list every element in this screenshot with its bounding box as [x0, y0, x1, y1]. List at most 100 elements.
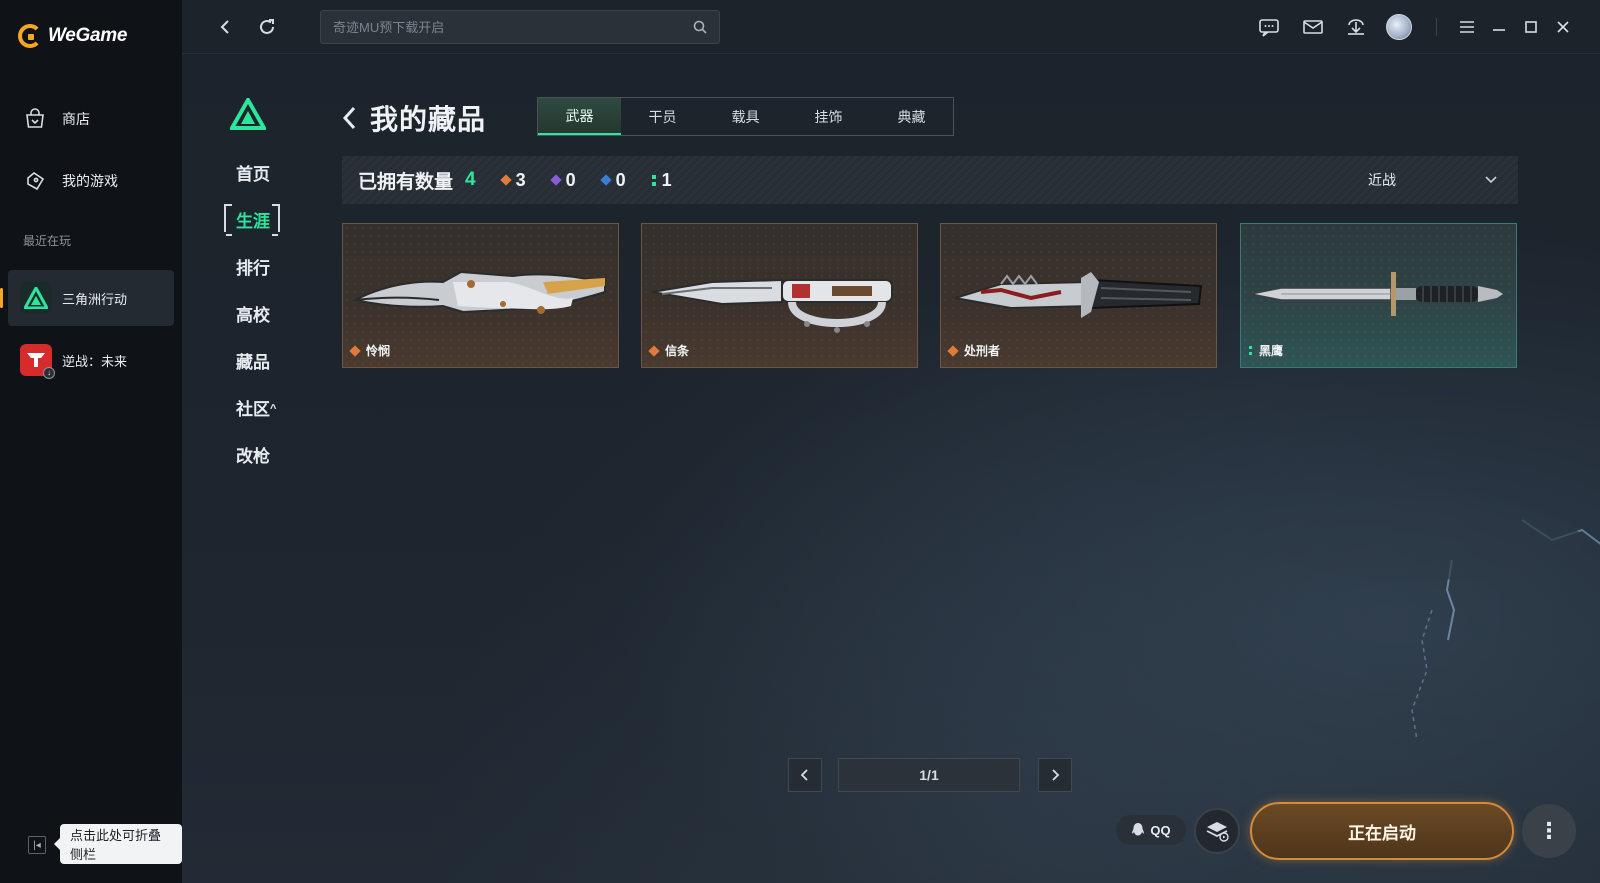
item-label: 怜悯: [349, 342, 391, 359]
main-area: 首页 生涯 排行 高校 藏品 社区^ 改枪 我的藏品 武器 干员 载具 挂饰 典…: [182, 0, 1600, 883]
minimize-button[interactable]: [1486, 14, 1512, 40]
item-name: 怜悯: [366, 344, 391, 358]
qq-button[interactable]: QQ: [1116, 815, 1186, 845]
delta-force-logo[interactable]: [228, 95, 268, 135]
qq-label: QQ: [1150, 822, 1171, 838]
mail-icon: [1303, 20, 1323, 34]
item-name: 信条: [665, 344, 690, 358]
close-button[interactable]: [1550, 14, 1576, 40]
item-name: 处刑者: [964, 344, 1001, 358]
collection-item-card[interactable]: 信条: [641, 223, 918, 368]
next-page-button[interactable]: [1038, 758, 1072, 792]
rarity-orange-icon: [648, 344, 660, 357]
sidebar-item-label: 商店: [62, 111, 90, 127]
tab-operators[interactable]: 干员: [621, 98, 704, 135]
layers-icon: [1206, 822, 1229, 842]
page-title: 我的藏品: [370, 104, 487, 135]
rarity-count-value: 0: [565, 169, 576, 190]
game-nav-community-label: 社区: [236, 400, 270, 419]
gamepad-icon: [22, 168, 48, 194]
game-nav-home[interactable]: 首页: [236, 160, 270, 185]
item-name: 黑鹰: [1259, 344, 1284, 358]
item-label: 处刑者: [947, 342, 1001, 359]
rarity-count-value: 3: [515, 169, 526, 190]
rarity-count-green: 1: [651, 170, 672, 191]
collapse-sidebar-button[interactable]: |◂: [28, 836, 46, 854]
rarity-purple-icon: [549, 174, 562, 186]
game-nav-college[interactable]: 高校: [236, 301, 270, 326]
maximize-button[interactable]: [1518, 14, 1544, 40]
sidebar-item-shop[interactable]: 商店: [22, 106, 90, 132]
collapse-left-icon: |◂: [33, 839, 41, 851]
chevron-up-icon: ^: [270, 403, 277, 415]
top-bar: [182, 0, 1600, 54]
user-avatar-button[interactable]: [1386, 14, 1412, 40]
rarity-count-orange: 3: [499, 169, 526, 191]
wegame-logo-icon: [18, 24, 42, 48]
rarity-orange-icon: [349, 344, 361, 357]
recent-game-label: 三角洲行动: [62, 291, 128, 307]
game-nav-community[interactable]: 社区^: [236, 395, 276, 420]
game-nav-collection[interactable]: 藏品: [236, 348, 270, 373]
category-filter-dropdown[interactable]: 近战: [1368, 156, 1498, 204]
owned-count-label: 已拥有数量: [358, 171, 454, 193]
chat-button[interactable]: [1256, 14, 1282, 40]
chevron-left-icon: [220, 20, 229, 34]
chat-icon: [1259, 19, 1279, 37]
delta-force-logo-icon: [228, 95, 268, 130]
qq-penguin-icon: [1132, 823, 1145, 836]
knife-image-xintiao: [651, 278, 893, 333]
page-header: 我的藏品: [342, 98, 486, 138]
search-box[interactable]: [320, 10, 720, 44]
vertical-dots-icon: ⋮: [1538, 818, 1560, 843]
hamburger-icon: [1460, 21, 1474, 33]
download-icon: [1348, 19, 1364, 35]
recent-section-title: 最近在玩: [23, 234, 72, 248]
rarity-orange-icon: [947, 344, 959, 357]
back-chevron-icon[interactable]: [342, 105, 358, 131]
mail-button[interactable]: [1300, 14, 1326, 40]
topbar-divider: [1436, 18, 1437, 36]
prev-page-button[interactable]: [788, 758, 822, 792]
game-nav-gunsmith[interactable]: 改枪: [236, 442, 270, 467]
refresh-button[interactable]: [254, 14, 280, 40]
wegame-logo[interactable]: WeGame: [18, 24, 127, 48]
rarity-count-purple: 0: [549, 169, 576, 191]
chevron-down-icon: [1485, 176, 1497, 184]
overlay-toggle-button[interactable]: [1194, 808, 1240, 854]
avatar: [1386, 14, 1412, 40]
tab-classics[interactable]: 典藏: [870, 98, 953, 135]
download-badge-icon: ↓: [43, 367, 55, 379]
page-indicator[interactable]: 1/1: [838, 758, 1020, 792]
nizhan-icon: ↓: [20, 344, 55, 379]
collection-item-card[interactable]: 处刑者: [940, 223, 1217, 368]
knife-image-chuxingzhe: [954, 272, 1203, 318]
more-options-button[interactable]: ⋮: [1522, 804, 1576, 858]
recent-game-nizhan[interactable]: ↓ 逆战：未来: [8, 332, 174, 388]
collection-item-card[interactable]: 怜悯: [342, 223, 619, 368]
rarity-count-blue: 0: [599, 169, 626, 191]
chevron-left-icon: [800, 769, 808, 781]
back-button[interactable]: [212, 14, 238, 40]
tab-charms[interactable]: 挂饰: [787, 98, 870, 135]
menu-button[interactable]: [1454, 14, 1480, 40]
launch-game-button[interactable]: 正在启动: [1250, 802, 1514, 860]
downloads-button[interactable]: [1343, 14, 1369, 40]
tab-weapons[interactable]: 武器: [538, 98, 621, 135]
sidebar-item-my-games[interactable]: 我的游戏: [22, 168, 118, 194]
minimize-icon: [1493, 29, 1505, 31]
collection-item-card[interactable]: 黑鹰: [1240, 223, 1517, 368]
category-tabs: 武器 干员 载具 挂饰 典藏: [537, 97, 954, 136]
left-sidebar: WeGame 商店 我的游戏 最近在玩 三角洲行动 ↓ 逆战：未来 |◂ 点击此…: [0, 0, 182, 883]
rarity-green-icon: [651, 174, 656, 186]
item-label: 信条: [648, 342, 690, 359]
search-input[interactable]: [333, 19, 673, 35]
recent-game-delta-force[interactable]: 三角洲行动: [0, 270, 174, 326]
search-icon[interactable]: [693, 20, 707, 34]
recent-game-label: 逆战：未来: [62, 353, 128, 369]
refresh-icon: [260, 19, 274, 34]
game-nav-ranking[interactable]: 排行: [236, 254, 270, 279]
tab-vehicles[interactable]: 载具: [704, 98, 787, 135]
rarity-count-value: 0: [615, 169, 626, 190]
game-nav-career[interactable]: 生涯: [236, 207, 270, 232]
